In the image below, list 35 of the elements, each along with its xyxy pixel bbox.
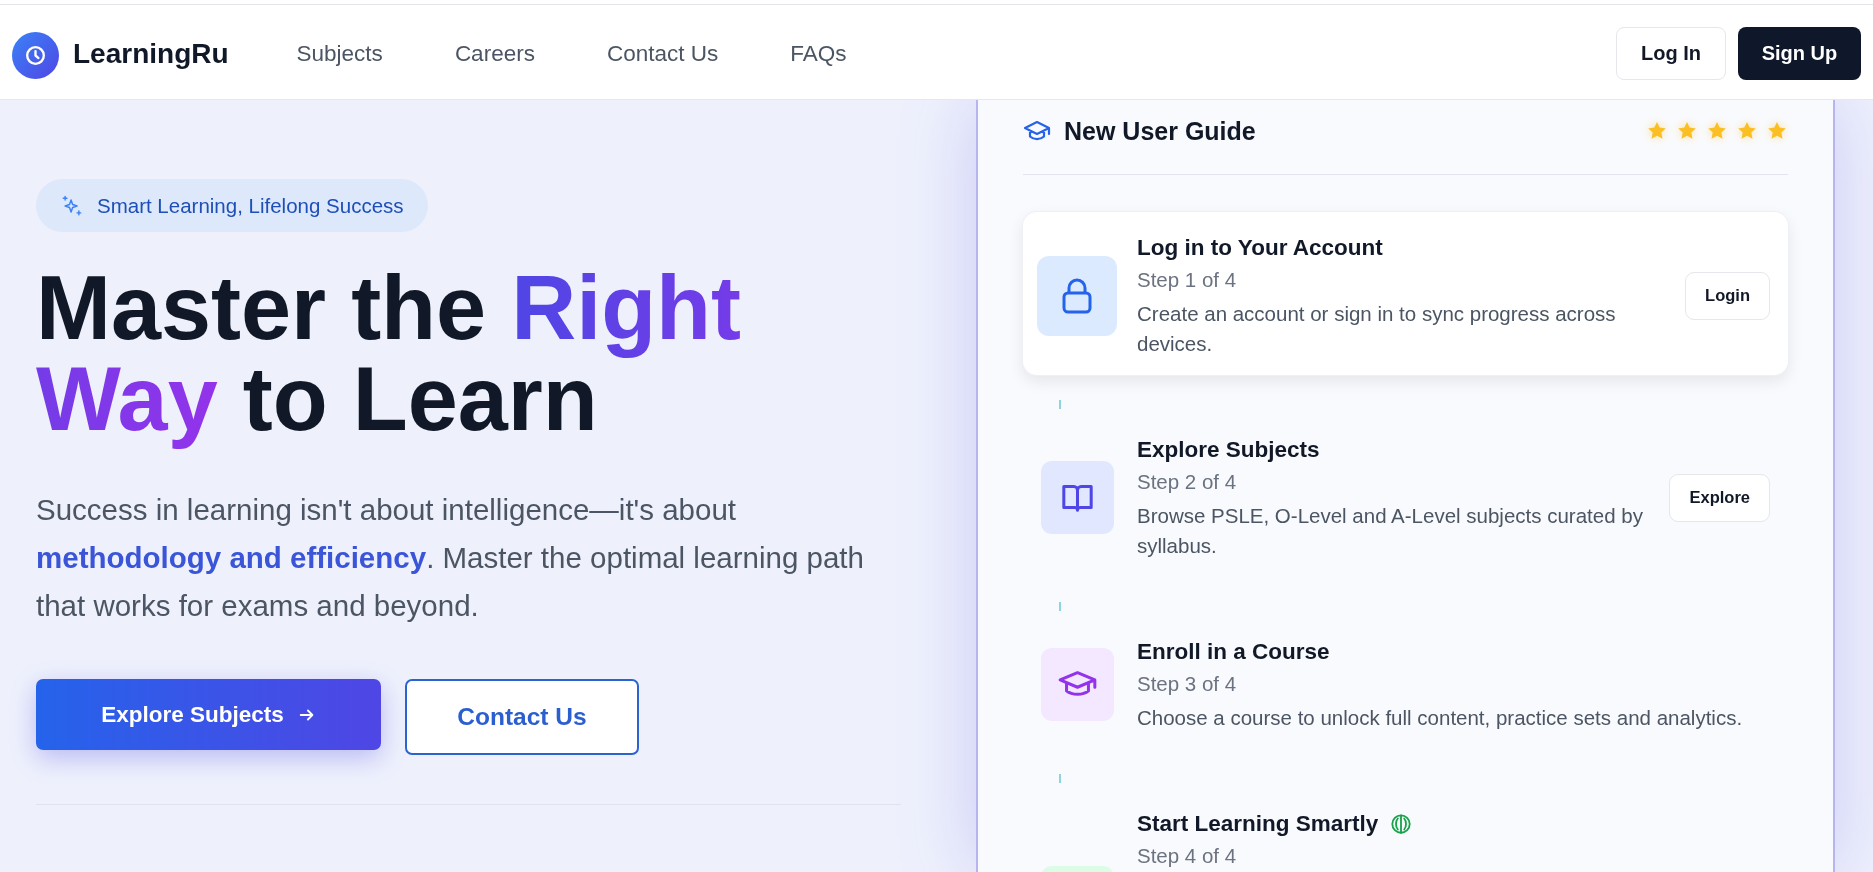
nav-link[interactable]: Careers: [454, 41, 535, 67]
step-title: Start Learning Smartly: [1137, 810, 1379, 838]
lock-icon: [1037, 255, 1117, 336]
step-description: Browse PSLE, O-Level and A-Level subjects curated by syllabus.: [1137, 503, 1644, 559]
book-icon: [1040, 461, 1114, 534]
step-counter: Step 2 of 4: [1137, 469, 1238, 495]
graduation-cap-icon: [1040, 648, 1114, 721]
step-title: Enroll in a Course: [1137, 638, 1330, 666]
step-action-button[interactable]: Login: [1685, 271, 1770, 320]
sparkle-icon: [61, 194, 83, 217]
contact-us-button[interactable]: Contact Us: [405, 679, 639, 755]
explore-subjects-button[interactable]: Explore Subjects: [36, 679, 381, 750]
nav-link[interactable]: FAQs: [790, 41, 847, 67]
sign-up-button[interactable]: Sign Up: [1738, 26, 1861, 80]
nav-link[interactable]: Subjects: [296, 41, 383, 67]
step-title: Explore Subjects: [1137, 436, 1320, 464]
nav-link[interactable]: Contact Us: [606, 41, 719, 67]
guide-title: New User Guide: [1064, 116, 1256, 146]
step-description: Choose a course to unlock full content, practice sets and analytics.: [1137, 705, 1744, 731]
step-counter: Step 4 of 4: [1137, 843, 1238, 869]
brand-name: LearningRu: [73, 38, 229, 70]
step-connector: [1059, 774, 1061, 783]
step-action-button[interactable]: Explore: [1669, 473, 1770, 522]
step-description: Create an account or sign in to sync progress across devices.: [1137, 301, 1617, 357]
step-title: Log in to Your Account: [1137, 234, 1383, 262]
brain-icon: [1390, 813, 1413, 835]
hero-description: Success in learning isn't about intelligence—it's about methodology and efficiency. Master the optimal learning path that works for exams and beyond.: [36, 492, 865, 624]
graduation-cap-icon: [1023, 119, 1051, 143]
clock-logo-icon: [12, 31, 59, 79]
tagline-text: Smart Learning, Lifelong Success: [97, 193, 404, 218]
step-connector: [1059, 400, 1061, 409]
step-counter: Step 3 of 4: [1137, 671, 1238, 697]
log-in-button[interactable]: Log In: [1616, 26, 1726, 80]
step-counter: Step 1 of 4: [1137, 267, 1238, 293]
step-connector: [1059, 602, 1061, 611]
